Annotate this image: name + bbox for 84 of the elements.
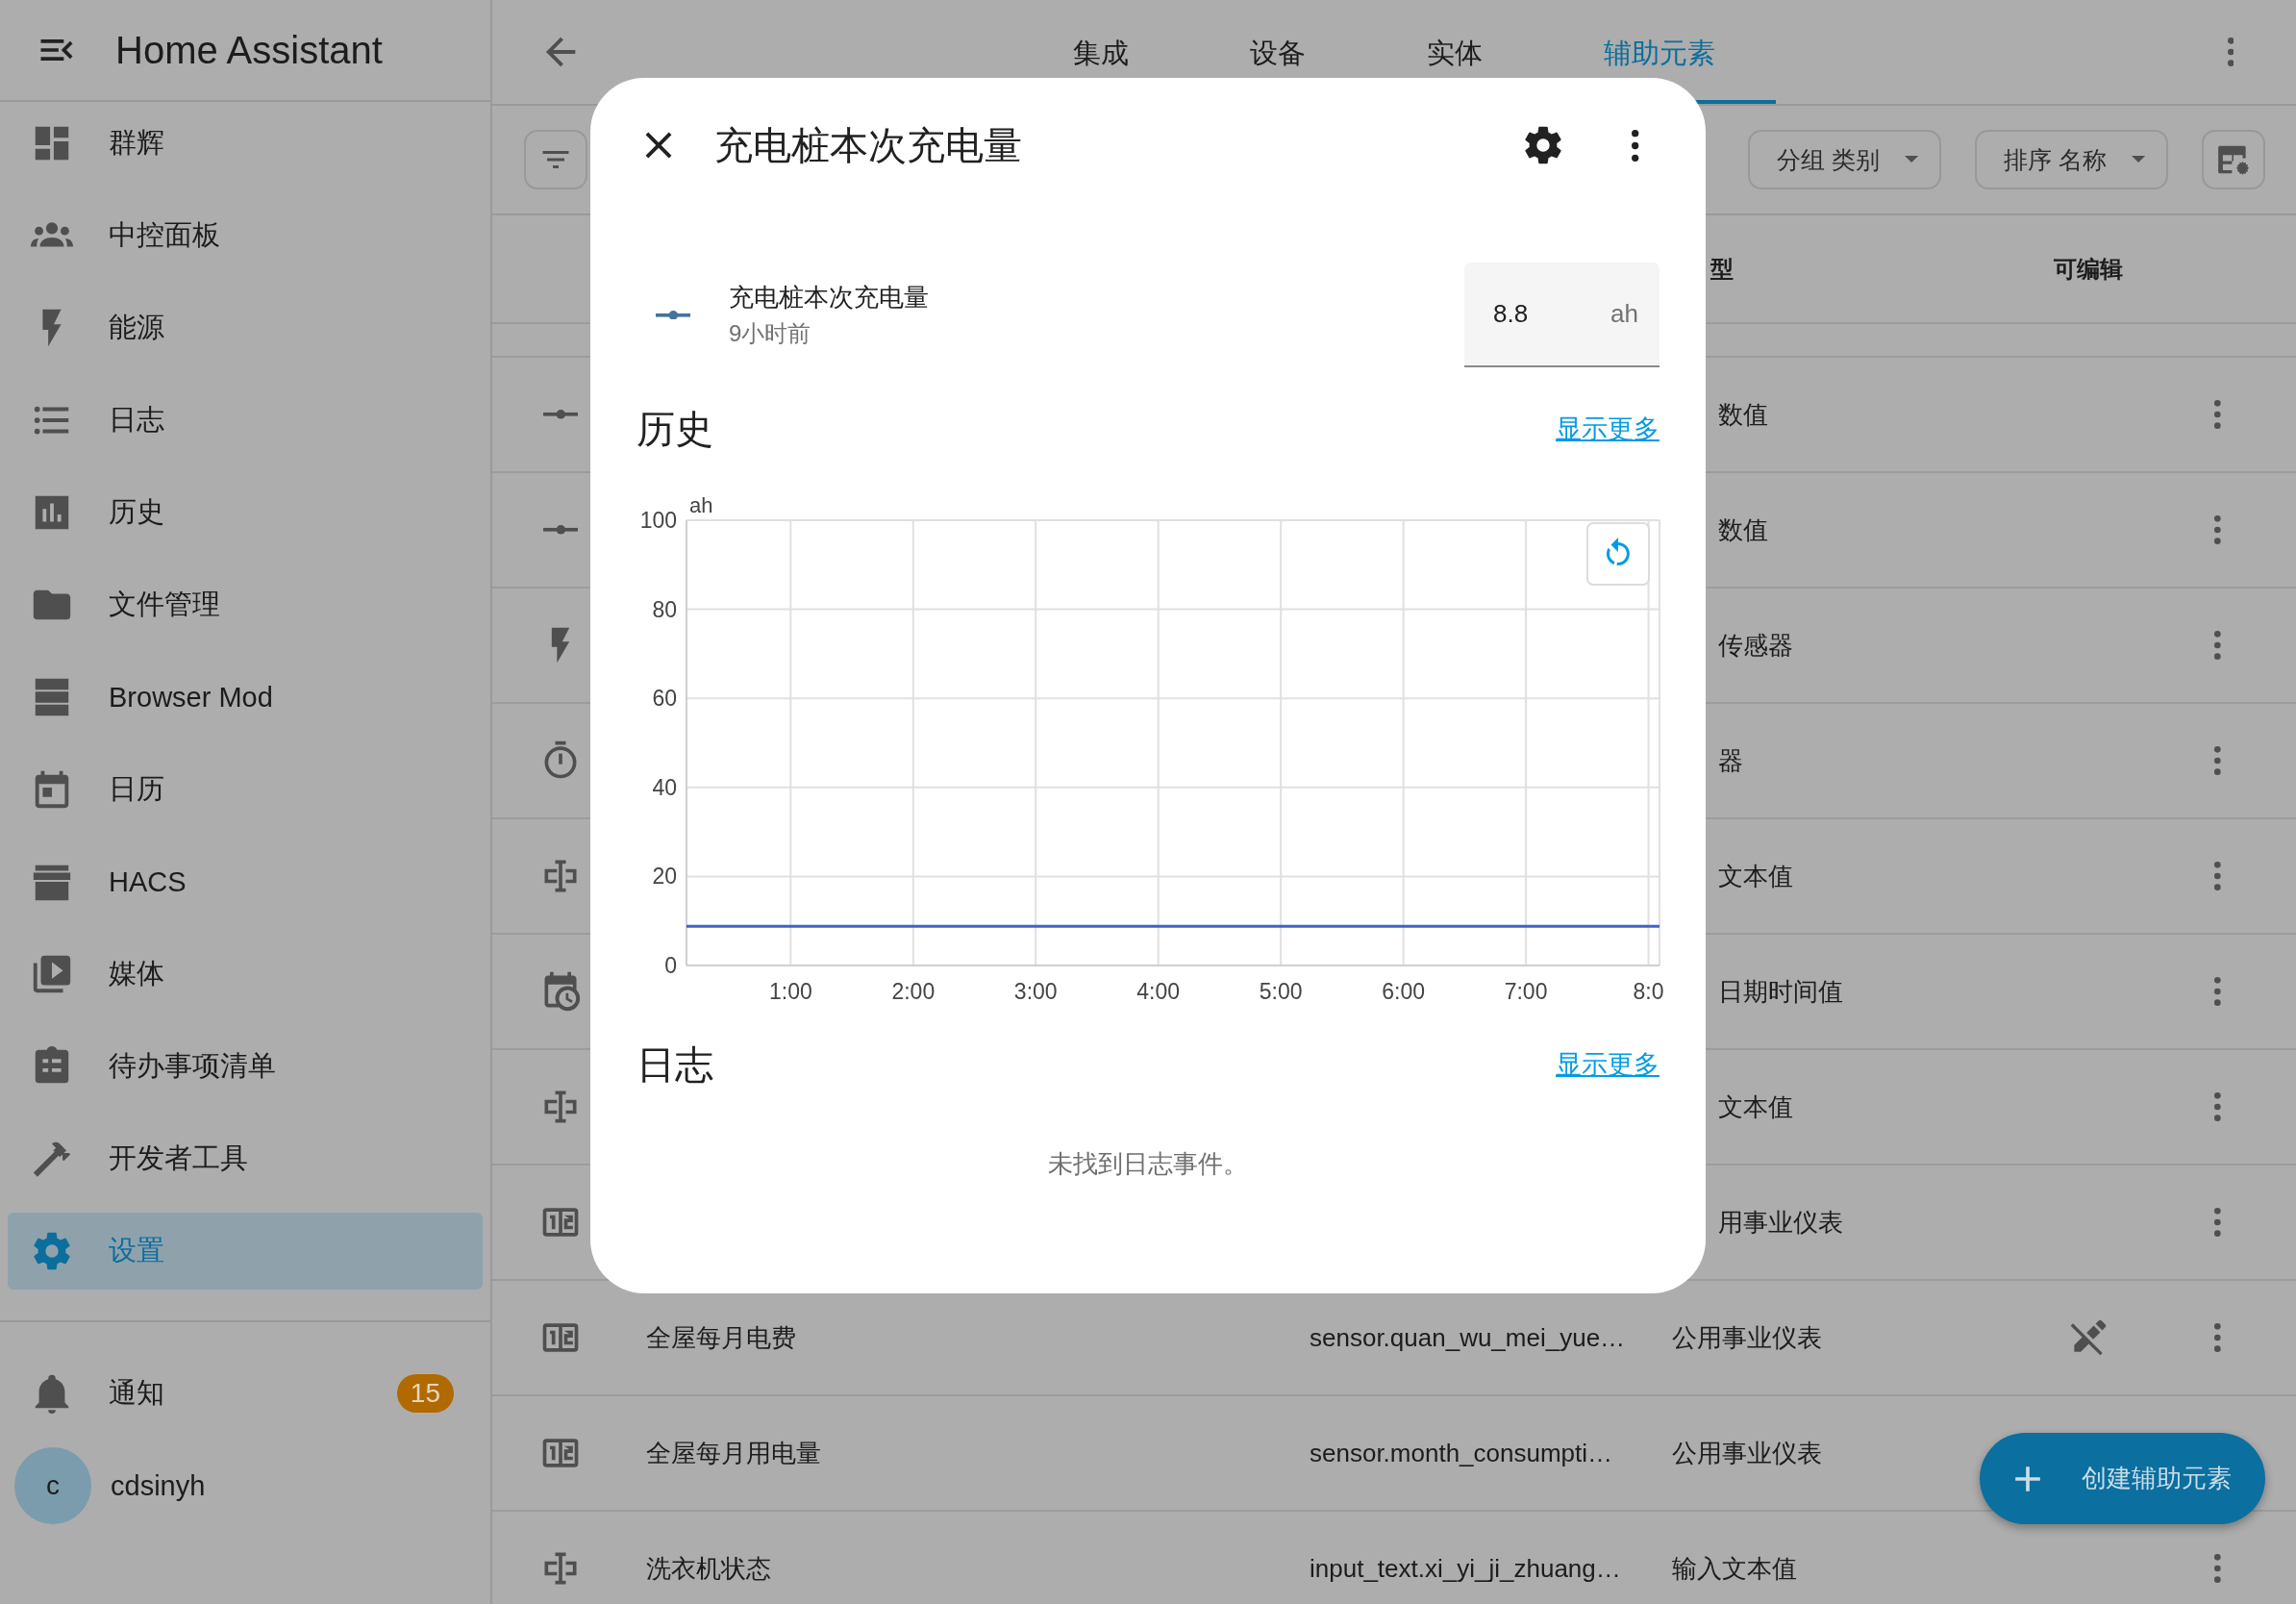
unit-suffix: ah (1610, 299, 1638, 329)
table-cell: sensor.quan_wu_mei_yue… (1310, 1322, 1626, 1352)
sidebar-item[interactable]: 中控面板 (8, 197, 483, 274)
sidebar-item[interactable]: 待办事项清单 (8, 1028, 483, 1105)
axis-tick-label: 8:0 (1633, 979, 1664, 1004)
table-cell: 全屋每月用电量 (646, 1438, 821, 1467)
sidebar-item[interactable]: 历史 (8, 474, 483, 551)
more-icon (2214, 746, 2221, 775)
sidebar-item[interactable]: 能源 (8, 289, 483, 366)
table-cell: 公用事业仪表 (1672, 1438, 1822, 1467)
table-cell: 输入文本值 (1672, 1553, 1797, 1583)
table-cell: 洗衣机状态 (646, 1553, 771, 1583)
sidebar-item[interactable]: HACS (8, 843, 483, 920)
table-cell: 数值 (1718, 399, 1768, 429)
more-icon (2214, 977, 2221, 1006)
table-cell: 数值 (1718, 514, 1768, 544)
app-title: Home Assistant (115, 28, 383, 72)
axis-tick-label: 60 (652, 686, 677, 712)
table-cell: 公用事业仪表 (1672, 1322, 1822, 1352)
last-changed: 9小时前 (729, 319, 812, 348)
notifications-item[interactable]: 通知 15 (0, 1347, 483, 1440)
axis-tick-label: 6:00 (1382, 979, 1425, 1004)
table-settings-button[interactable] (2202, 130, 2265, 189)
sidebar-item[interactable]: Browser Mod (8, 659, 483, 736)
axis-tick-label: 100 (639, 508, 677, 533)
empty-message: 未找到日志事件。 (1048, 1149, 1248, 1178)
axis-tick-label: 5:00 (1259, 979, 1303, 1004)
more-icon (2214, 400, 2221, 429)
more-icon (2214, 1323, 2221, 1352)
axis-tick-label: 40 (652, 774, 677, 800)
sidebar-item[interactable]: 群辉 (8, 105, 483, 182)
axis-tick-label: 7:00 (1504, 979, 1548, 1004)
tab[interactable]: 设备 (1189, 0, 1366, 104)
axis-tick-label: 4:00 (1136, 979, 1181, 1004)
axis-tick-label: 1:00 (768, 979, 812, 1004)
dropdown-chip[interactable]: 排序 名称 (1975, 130, 2168, 189)
column-header: 型 (1710, 254, 1734, 284)
dropdown-chip[interactable]: 分组 类别 (1748, 130, 1941, 189)
more-icon (2214, 515, 2221, 544)
more-icon (2214, 1208, 2221, 1237)
table-cell: 用事业仪表 (1718, 1207, 1843, 1237)
table-cell: 全屋每月电费 (646, 1322, 796, 1352)
more-icon (2214, 1554, 2221, 1583)
slider-icon (542, 410, 579, 419)
create-helper-button[interactable]: 创建辅助元素 (1980, 1433, 2265, 1524)
axis-unit-label: ah (689, 493, 713, 517)
caret-icon (2131, 156, 2145, 163)
user-avatar: c (14, 1447, 91, 1524)
more-icon (2214, 862, 2221, 890)
table-cell: 器 (1718, 745, 1743, 775)
sidebar-item[interactable]: 日历 (8, 751, 483, 828)
axis-tick-label: 0 (664, 953, 677, 978)
filter-button[interactable] (524, 130, 587, 189)
slider-icon (655, 310, 691, 320)
section-heading: 日志 (636, 1041, 713, 1088)
table-cell: 文本值 (1718, 861, 1793, 890)
entity-name: 充电桩本次充电量 (729, 282, 929, 313)
table-cell: input_text.xi_yi_ji_zhuang… (1310, 1553, 1621, 1583)
table-cell: 传感器 (1718, 630, 1793, 660)
axis-tick-label: 20 (652, 864, 677, 890)
tab[interactable]: 集成 (1012, 0, 1189, 104)
user-item[interactable]: c cdsinyh (0, 1440, 483, 1532)
slider-icon (542, 525, 579, 535)
sidebar-item[interactable]: 开发者工具 (8, 1120, 483, 1197)
more-icon (1632, 129, 1639, 162)
reset-zoom-button[interactable] (1586, 522, 1650, 586)
table-cell: 文本值 (1718, 1091, 1793, 1121)
axis-tick-label: 80 (652, 596, 677, 622)
table-cell: 日期时间值 (1718, 976, 1843, 1006)
more-icon (2214, 1092, 2221, 1121)
more-icon (2227, 38, 2234, 66)
caret-icon (1904, 156, 1918, 163)
section-heading: 历史 (636, 406, 713, 452)
more-icon (2214, 631, 2221, 660)
axis-tick-label: 2:00 (891, 979, 936, 1004)
sidebar-item[interactable]: 日志 (8, 382, 483, 459)
dialog-title: 充电桩本次充电量 (714, 122, 1022, 168)
column-header: 可编辑 (2054, 254, 2123, 284)
sidebar-item[interactable]: 文件管理 (8, 566, 483, 643)
count-badge: 15 (396, 1374, 454, 1413)
sidebar-item[interactable]: 媒体 (8, 936, 483, 1013)
tab[interactable]: 实体 (1366, 0, 1543, 104)
axis-tick-label: 3:00 (1013, 979, 1058, 1004)
table-cell: sensor.month_consumpti… (1310, 1438, 1613, 1467)
